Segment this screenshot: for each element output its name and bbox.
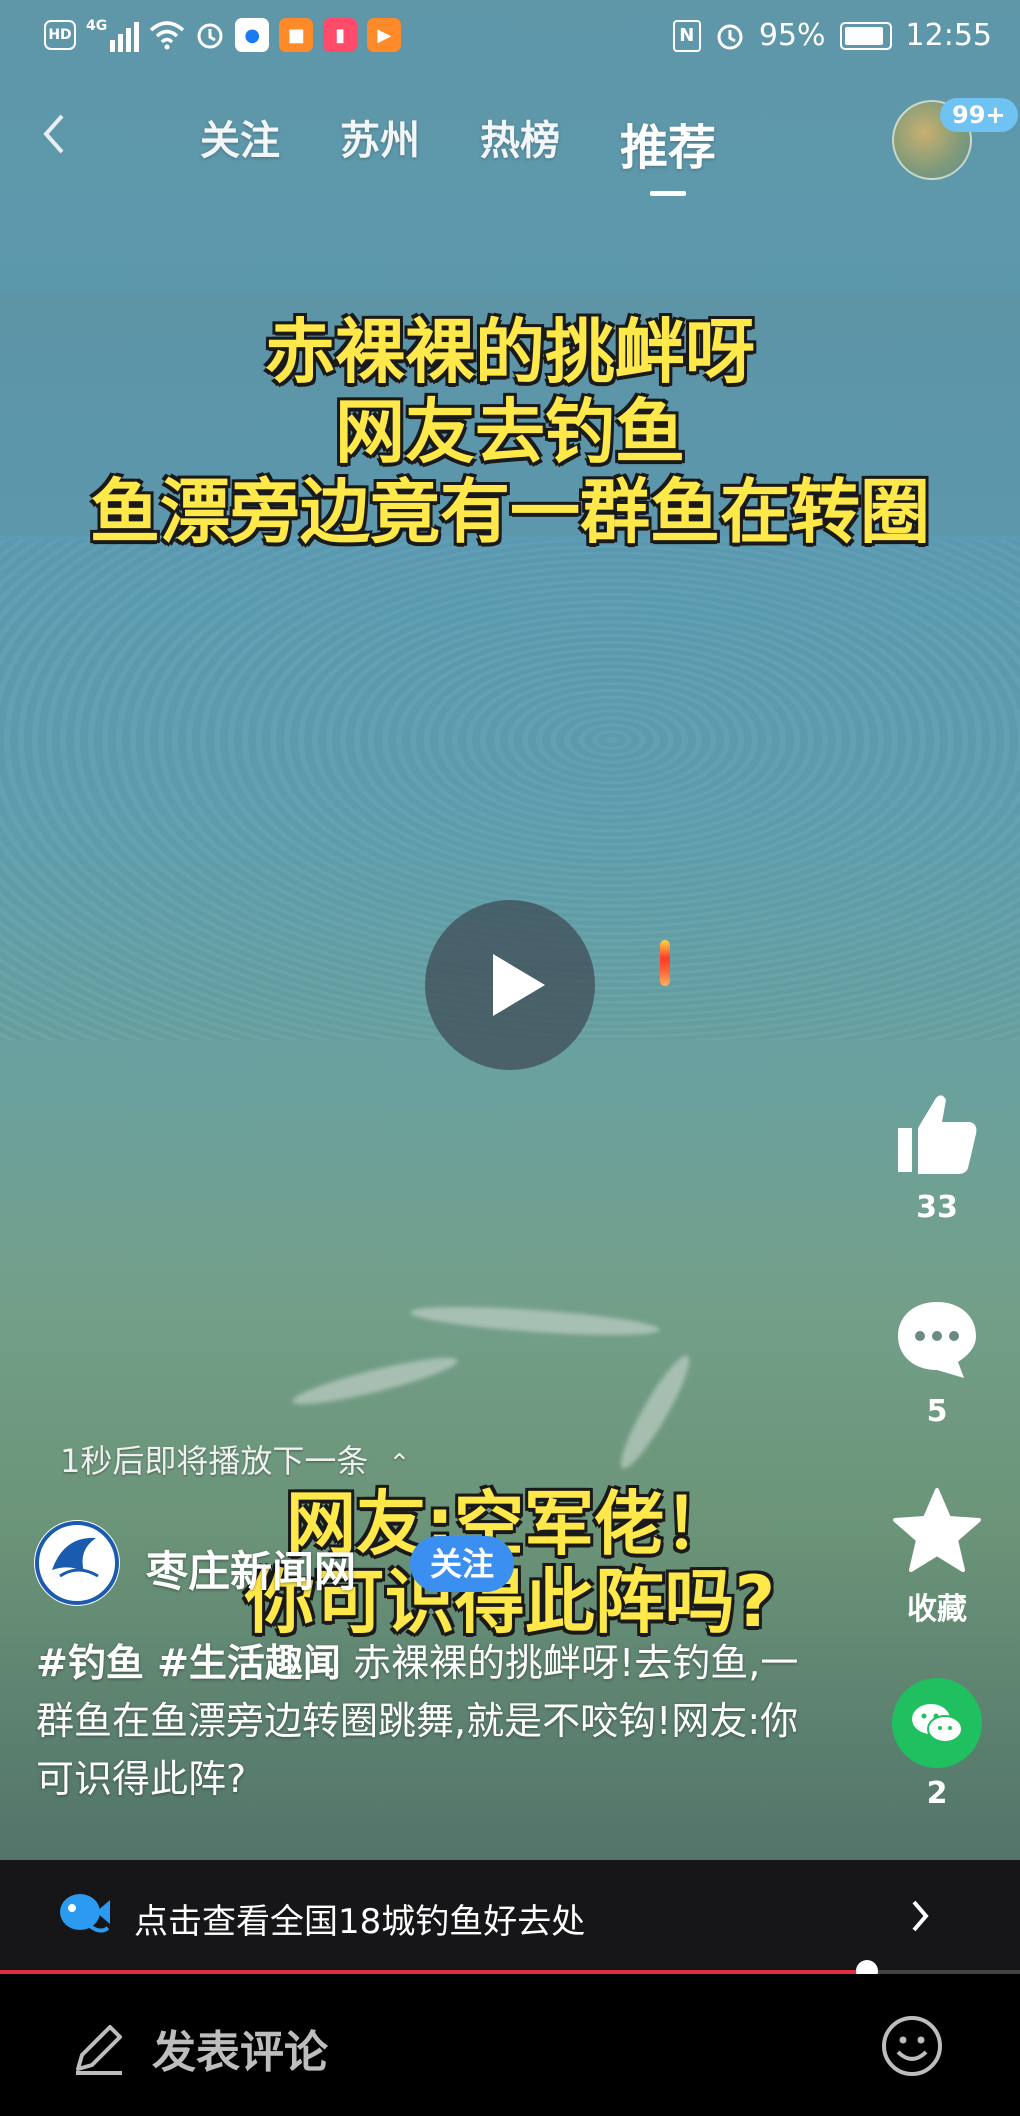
promo-text: 点击查看全国18城钓鱼好去处 (134, 1902, 586, 1942)
status-bar: HD 4G ● ■ ▮ ▶ N 95% 12:55 (0, 0, 1020, 76)
fish-shape (409, 1301, 661, 1341)
share-count: 2 (926, 1776, 948, 1811)
video-app-icon: ▶ (367, 18, 402, 52)
video-caption-line: 鱼漂旁边竟有一群鱼在转圈 (90, 471, 930, 553)
comment-placeholder: 发表评论 (152, 2027, 328, 2078)
like-count: 33 (916, 1190, 958, 1225)
fish-shape (612, 1349, 698, 1475)
alarm-icon (197, 23, 223, 49)
comment-input[interactable]: 发表评论 (70, 2016, 328, 2080)
clock: 12:55 (905, 18, 992, 53)
comment-count: 5 (926, 1394, 948, 1429)
tab-suzhou[interactable]: 苏州 (340, 108, 420, 178)
like-button[interactable]: 33 (882, 1088, 992, 1225)
wechat-icon (892, 1678, 982, 1768)
battery-percent: 95% (758, 18, 826, 53)
tab-hot-list[interactable]: 热榜 (480, 108, 560, 178)
battery-icon (839, 21, 892, 50)
fishing-float (660, 940, 670, 986)
comment-button[interactable]: 5 (882, 1296, 992, 1429)
nfc-icon: N (672, 19, 701, 52)
comment-bar: 发表评论 (0, 1974, 1020, 2116)
author-name[interactable]: 枣庄新闻网 (146, 1538, 356, 1599)
fish-shape (289, 1349, 461, 1413)
chevron-left-icon (43, 114, 64, 154)
alarm-icon (717, 24, 743, 49)
fish-app-icon (60, 1894, 110, 1933)
tab-recommended[interactable]: 推荐 (620, 108, 716, 196)
author-avatar[interactable] (34, 1520, 120, 1606)
follow-button[interactable]: 关注 (410, 1536, 515, 1592)
thumbs-up-icon (898, 1095, 977, 1174)
hashtags[interactable]: #钓鱼 #生活趣闻 (36, 1641, 341, 1685)
emoji-icon[interactable] (880, 2014, 944, 2078)
chevron-right-icon (912, 1900, 929, 1932)
wechat-share-button[interactable]: 2 (882, 1678, 992, 1811)
video-description: #钓鱼 #生活趣闻 赤裸裸的挑衅呀!去钓鱼,一群鱼在鱼漂旁边转圈跳舞,就是不咬钩… (36, 1634, 836, 1808)
game-app-icon: ■ (279, 18, 314, 52)
comment-bubble-icon (898, 1302, 976, 1378)
pencil-icon (76, 2025, 122, 2075)
bulb-app-icon: ● (235, 18, 270, 52)
hd-icon: HD (44, 20, 76, 50)
play-button[interactable] (425, 900, 595, 1070)
promo-banner[interactable]: 点击查看全国18城钓鱼好去处 (0, 1860, 1020, 1970)
feed-tabs: 关注 苏州 热榜 推荐 (200, 108, 716, 196)
notification-badge: 99+ (940, 98, 1018, 132)
book-app-icon: ▮ (323, 18, 358, 52)
back-button[interactable] (40, 112, 84, 164)
signal-4g-icon: 4G (86, 18, 140, 52)
wifi-icon (150, 21, 185, 50)
tab-following[interactable]: 关注 (200, 108, 280, 178)
